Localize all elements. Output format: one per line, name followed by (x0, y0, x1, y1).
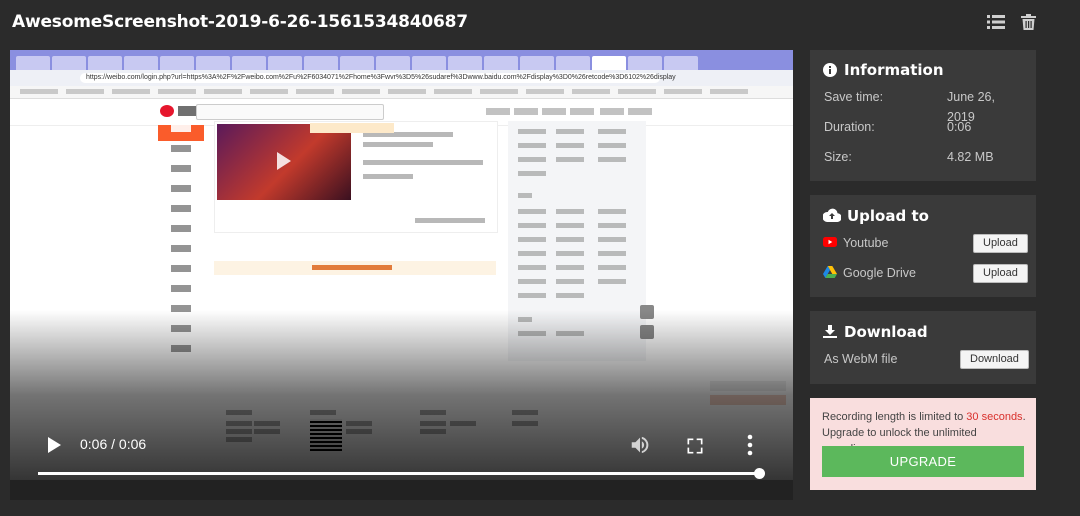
duration-label: Duration: (824, 120, 875, 134)
download-panel: Download As WebM file Download (810, 311, 1036, 384)
download-heading: Download (844, 323, 928, 341)
video-player[interactable]: https://weibo.com/login.php?url=https%3A… (10, 50, 793, 500)
seek-bar-progress (38, 472, 759, 475)
google-drive-upload-button[interactable]: Upload (973, 264, 1028, 283)
recorded-url: https://weibo.com/login.php?url=https%3A… (86, 74, 676, 81)
youtube-label: Youtube (843, 236, 889, 250)
google-drive-icon (823, 266, 837, 278)
upload-heading: Upload to (847, 207, 929, 225)
recorded-address-bar: https://weibo.com/login.php?url=https%3A… (10, 70, 793, 86)
volume-icon[interactable] (629, 434, 651, 461)
play-icon[interactable] (48, 437, 61, 453)
more-vertical-icon[interactable] (747, 434, 753, 461)
information-panel: Information Save time: June 26, 2019 Dur… (810, 50, 1036, 181)
webm-file-label: As WebM file (824, 352, 898, 366)
information-heading: Information (844, 61, 944, 79)
google-drive-label: Google Drive (843, 266, 916, 280)
download-button[interactable]: Download (960, 350, 1029, 369)
limit-highlight: 30 seconds (966, 411, 1023, 423)
duration-value: 0:06 (947, 120, 972, 134)
size-label: Size: (824, 150, 852, 164)
seek-bar-thumb[interactable] (753, 468, 765, 479)
list-icon[interactable] (987, 14, 1005, 30)
youtube-icon (823, 237, 837, 247)
upgrade-promo: Recording length is limited to 30 second… (810, 398, 1036, 490)
trash-icon[interactable] (1021, 14, 1036, 30)
recorded-bookmarks-bar (10, 86, 793, 99)
size-value: 4.82 MB (947, 150, 994, 164)
upload-panel: Upload to Youtube Upload Google Drive Up… (810, 195, 1036, 297)
page-title: AwesomeScreenshot-2019-6-26-156153484068… (12, 12, 468, 32)
save-time-label: Save time: (824, 90, 884, 104)
recorded-browser-tabstrip (10, 50, 793, 70)
time-display: 0:06 / 0:06 (80, 436, 147, 452)
youtube-upload-button[interactable]: Upload (973, 234, 1028, 253)
upgrade-button[interactable]: UPGRADE (822, 446, 1024, 477)
info-icon (823, 63, 837, 77)
fullscreen-icon[interactable] (685, 436, 705, 461)
cloud-upload-icon (823, 208, 841, 222)
download-icon (823, 325, 837, 338)
recorded-taskbar (10, 480, 793, 500)
weibo-logo-icon (160, 105, 174, 117)
